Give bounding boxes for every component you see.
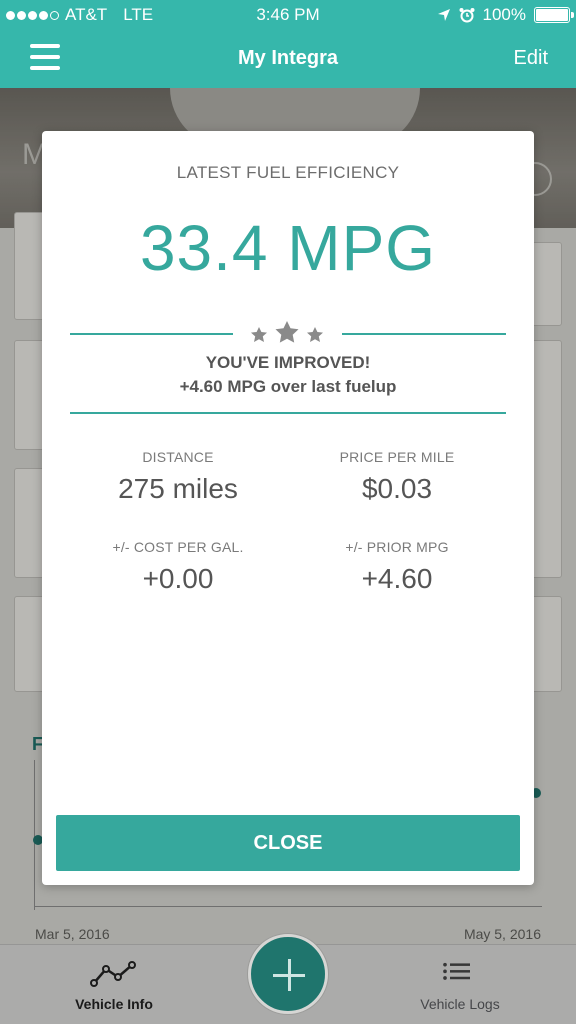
battery-icon	[534, 7, 574, 23]
star-rating-icon	[251, 321, 323, 343]
location-arrow-icon	[437, 9, 450, 21]
stat-value-prior-mpg: +4.60	[361, 563, 433, 594]
mpg-value: 33.4 MPG	[139, 212, 437, 284]
stat-label-price-per-mile: PRICE PER MILE	[339, 449, 455, 465]
stat-value-cost-per-gal: +0.00	[142, 563, 214, 594]
edit-button[interactable]: Edit	[514, 47, 548, 70]
stat-value-distance: 275 miles	[118, 473, 238, 504]
status-bar: AT&T LTE 3:46 PM 100%	[0, 0, 576, 30]
page-title: My Integra	[237, 47, 339, 69]
close-button[interactable]: CLOSE	[56, 815, 520, 871]
stat-value-price-per-mile: $0.03	[361, 473, 433, 504]
add-entry-button[interactable]	[248, 934, 328, 1014]
divider	[342, 333, 506, 335]
battery-percent: 100%	[482, 5, 526, 24]
alarm-icon	[459, 8, 475, 23]
stat-label-cost-per-gal: +/- COST PER GAL.	[112, 539, 244, 555]
divider	[70, 412, 506, 414]
modal-title: LATEST FUEL EFFICIENCY	[176, 163, 400, 182]
stat-label-prior-mpg: +/- PRIOR MPG	[345, 539, 449, 555]
stat-label-distance: DISTANCE	[142, 449, 214, 465]
status-right-group: 100%	[437, 5, 574, 25]
fuel-efficiency-modal: LATEST FUEL EFFICIENCY 33.4 MPG YOU'VE I…	[42, 131, 534, 885]
divider	[70, 333, 233, 335]
improved-heading: YOU'VE IMPROVED!	[205, 353, 371, 372]
improved-detail: +4.60 MPG over last fuelup	[179, 377, 397, 396]
nav-bar: My Integra Edit	[0, 30, 576, 88]
